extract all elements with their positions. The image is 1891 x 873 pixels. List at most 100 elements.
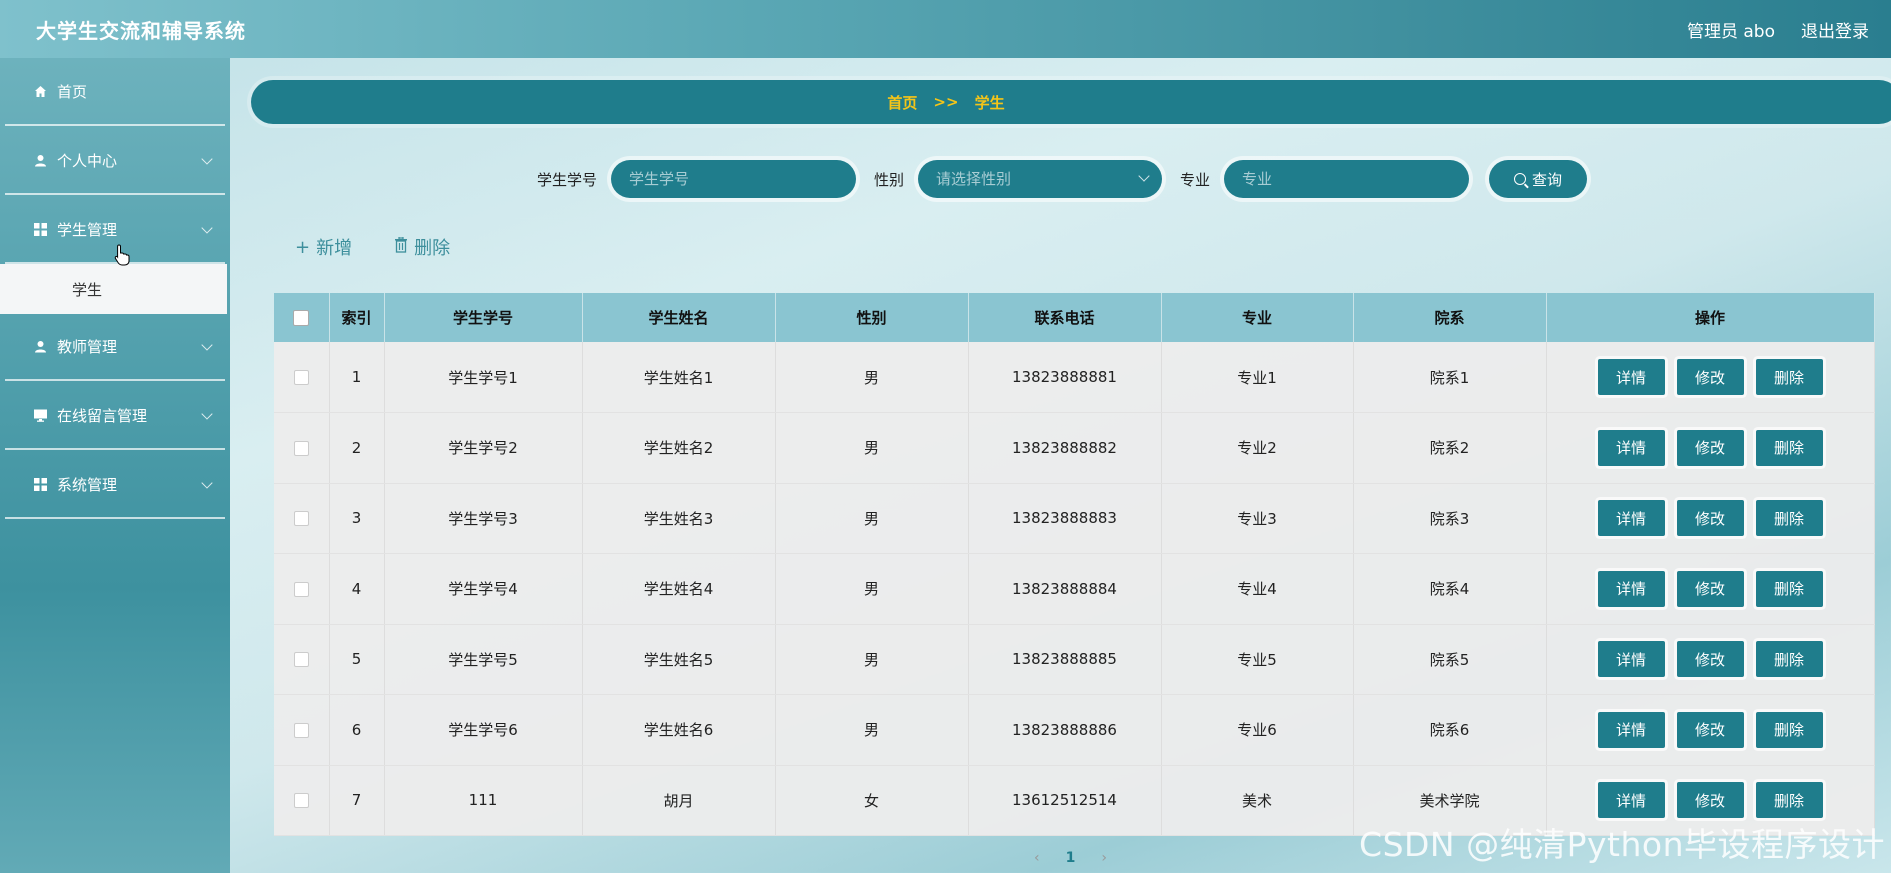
cell-gender: 男 [775,342,969,413]
row-select-cell[interactable] [274,624,330,695]
cell-phone: 13823888885 [968,624,1162,695]
row-checkbox[interactable] [293,440,309,456]
grid-icon [33,477,47,491]
row-checkbox[interactable] [293,722,309,738]
row-checkbox[interactable] [293,652,309,668]
gender-select[interactable] [918,160,1163,198]
row-actions-cell: 详情 修改 删除 [1546,553,1875,625]
cell-gender: 男 [775,412,969,484]
cell-major: 美术 [1161,765,1354,836]
cell-phone: 13612512514 [968,765,1162,836]
cell-index: 3 [329,483,385,554]
edit-button[interactable]: 修改 [1676,711,1744,748]
delete-button[interactable]: 删除 [1755,782,1823,819]
row-select-cell[interactable] [274,765,330,836]
table-row: 6 学生学号6 学生姓名6 男 13823888886 专业6 院系6 详情 修改 删除 [274,694,1875,766]
detail-button[interactable]: 详情 [1597,429,1665,466]
app-title: 大学生交流和辅导系统 [36,18,246,43]
row-select-cell[interactable] [274,483,330,554]
cell-dept: 院系4 [1353,553,1547,625]
batch-delete-button[interactable]: 删除 [394,234,450,260]
column-header: 操作 [1546,293,1875,342]
cell-phone: 13823888883 [968,483,1162,554]
sidebar-item-home[interactable]: 首页 [5,58,225,126]
delete-button[interactable]: 删除 [1755,500,1823,537]
cell-dept: 院系1 [1353,342,1547,413]
row-select-cell[interactable] [274,553,330,625]
cell-index: 1 [329,342,385,413]
breadcrumb-current: 学生 [974,93,1005,112]
gender-select-input[interactable] [936,170,1163,188]
next-page-button[interactable]: › [1101,850,1107,866]
delete-button[interactable]: 删除 [1755,359,1823,395]
detail-button[interactable]: 详情 [1597,500,1665,537]
select-all-checkbox[interactable] [293,310,310,326]
add-button[interactable]: + 新增 [295,234,352,260]
cell-major: 专业5 [1161,624,1354,695]
cell-gender: 女 [775,765,969,836]
breadcrumb: 首页 >> 学生 [251,80,1891,124]
plus-icon: + [295,236,311,258]
edit-button[interactable]: 修改 [1676,500,1744,537]
user-icon [33,339,47,353]
page-number[interactable]: 1 [1066,850,1076,866]
sidebar-item-label: 教师管理 [57,337,118,356]
row-select-cell[interactable] [274,342,330,413]
sidebar-item-personal-center[interactable]: 个人中心 [5,127,225,195]
chevron-down-icon [201,339,213,351]
select-all-cell[interactable] [274,293,330,342]
sidebar-subitem-student[interactable]: 学生 [0,264,227,314]
header-user-area: 管理员 abo 退出登录 [1687,17,1869,42]
edit-button[interactable]: 修改 [1676,782,1744,819]
prev-page-button[interactable]: ‹ [1034,850,1040,866]
major-input[interactable] [1242,170,1470,188]
detail-button[interactable]: 详情 [1597,570,1665,607]
breadcrumb-home[interactable]: 首页 [887,92,917,113]
cell-phone: 13823888882 [968,412,1162,484]
table-row: 4 学生学号4 学生姓名4 男 13823888884 专业4 院系4 详情 修改 删除 [274,553,1875,625]
student-no-input[interactable] [629,170,857,188]
chevron-down-icon [201,153,213,165]
cell-student-no: 学生学号2 [384,412,583,484]
cell-student-no: 111 [384,765,583,836]
edit-button[interactable]: 修改 [1676,429,1744,466]
batch-delete-label: 删除 [414,238,451,259]
sidebar-item-teacher-management[interactable]: 教师管理 [5,313,225,381]
row-actions: 详情 修改 删除 [1547,500,1874,537]
gender-label: 性别 [874,170,905,189]
watermark: CSDN @纯清Python毕设程序设计 [1359,825,1885,864]
sidebar-item-system-management[interactable]: 系统管理 [5,451,225,519]
cell-student-no: 学生学号3 [384,483,583,554]
query-button[interactable]: 查询 [1489,160,1588,198]
query-button-label: 查询 [1532,170,1563,189]
delete-button[interactable]: 删除 [1755,429,1823,466]
edit-button[interactable]: 修改 [1676,641,1744,678]
detail-button[interactable]: 详情 [1597,782,1665,819]
edit-button[interactable]: 修改 [1676,570,1744,607]
edit-button[interactable]: 修改 [1676,359,1744,395]
row-checkbox[interactable] [293,511,309,527]
delete-button[interactable]: 删除 [1755,570,1823,607]
toolbar: + 新增 删除 [295,234,450,260]
trash-icon [394,235,408,258]
detail-button[interactable]: 详情 [1597,359,1665,395]
row-select-cell[interactable] [274,412,330,484]
chevron-down-icon [201,222,213,234]
delete-button[interactable]: 删除 [1755,711,1823,748]
current-user: 管理员 abo [1686,21,1775,42]
search-icon [1514,173,1527,185]
row-checkbox[interactable] [293,370,309,385]
home-icon [33,84,47,98]
cell-name: 学生姓名1 [582,342,776,413]
sidebar-item-message-management[interactable]: 在线留言管理 [5,382,225,450]
logout-link[interactable]: 退出登录 [1801,17,1869,42]
row-select-cell[interactable] [274,694,330,766]
detail-button[interactable]: 详情 [1597,641,1665,678]
detail-button[interactable]: 详情 [1597,711,1665,748]
cell-major: 专业6 [1161,694,1354,766]
row-checkbox[interactable] [293,581,309,597]
row-checkbox[interactable] [293,793,309,809]
delete-button[interactable]: 删除 [1755,641,1823,678]
cell-index: 5 [329,624,385,695]
cell-phone: 13823888884 [968,553,1162,625]
